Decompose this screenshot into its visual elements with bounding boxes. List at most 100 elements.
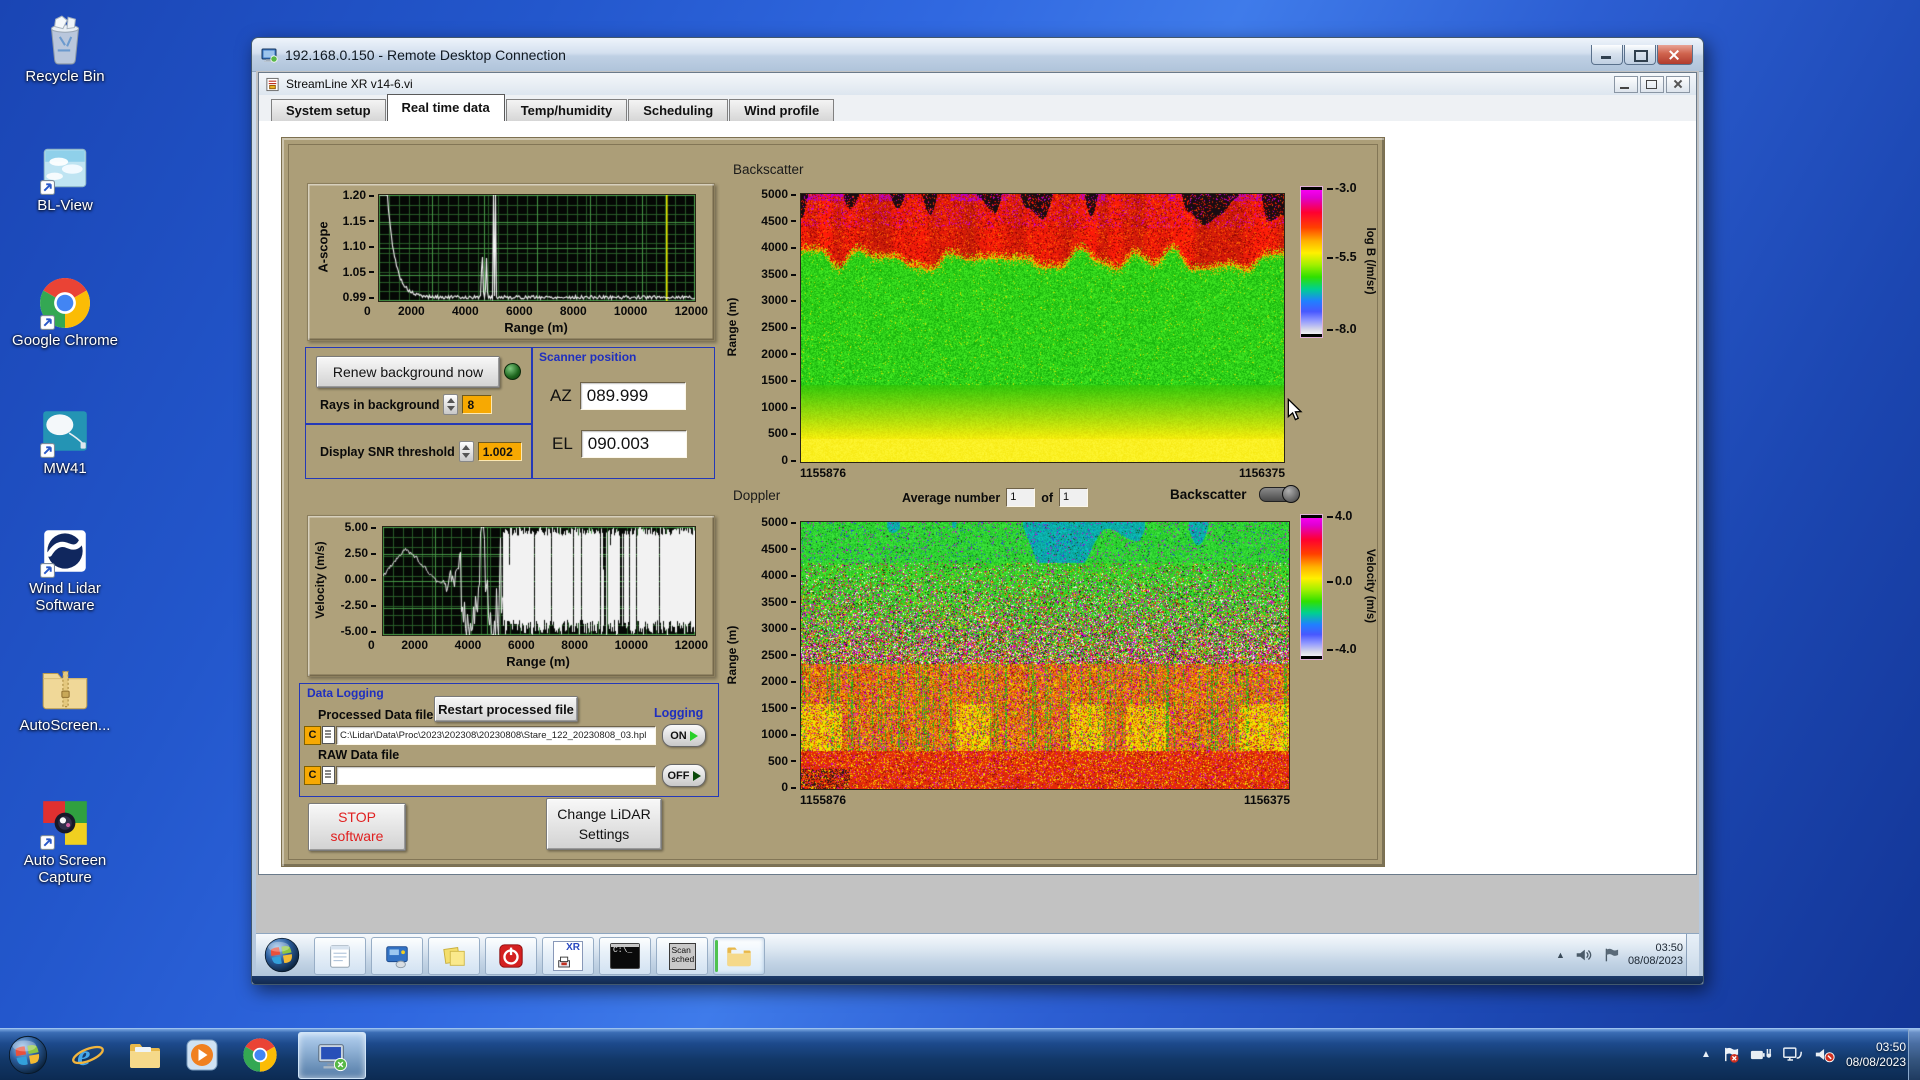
raw-path-field[interactable] xyxy=(336,766,656,785)
tray-expand-icon[interactable]: ▲ xyxy=(1556,950,1565,960)
rays-spinner[interactable] xyxy=(443,394,459,415)
speaker-muted-icon[interactable] xyxy=(1814,1045,1836,1064)
tab-page: A-scope 1.20 1.15 1.10 1.05 0.99 0 2000 4000 60… xyxy=(259,121,1696,874)
remote-taskbar-explorer-button[interactable] xyxy=(713,937,765,975)
host-taskbar-explorer-button[interactable] xyxy=(125,1035,165,1075)
sticky-notes-icon xyxy=(443,947,465,966)
colorbar-tick: -5.5 xyxy=(1327,250,1357,264)
tick-label: 0.99 xyxy=(343,290,374,304)
vi-window-icon xyxy=(265,77,280,92)
rdp-minimize-button[interactable] xyxy=(1591,44,1623,65)
network-icon[interactable] xyxy=(1782,1045,1804,1064)
desktop-icon-mw41[interactable]: MW41 xyxy=(10,404,120,477)
host-taskbar-internet-explorer-button[interactable]: e xyxy=(68,1035,108,1075)
host-taskbar-media-player-button[interactable] xyxy=(182,1035,222,1075)
drive-letter-box[interactable]: C xyxy=(304,726,321,745)
tab-wind-profile[interactable]: Wind profile xyxy=(729,99,835,121)
rays-value-field[interactable]: 8 xyxy=(462,395,493,414)
vi-close-button[interactable] xyxy=(1666,75,1690,93)
host-clock[interactable]: 03:50 08/08/2023 xyxy=(1846,1040,1906,1070)
stop-software-button[interactable]: STOP software xyxy=(308,803,406,851)
ascope-y-ticks: 1.20 1.15 1.10 1.05 0.99 xyxy=(336,188,374,304)
average-number-field[interactable]: 1 xyxy=(1006,488,1036,507)
rdp-close-button[interactable] xyxy=(1657,44,1693,65)
snr-group: Display SNR threshold 1.002 xyxy=(305,423,533,479)
battery-plug-icon[interactable] xyxy=(1750,1045,1772,1064)
tick-label: 4000 xyxy=(454,638,482,652)
tab-real-time-data[interactable]: Real time data xyxy=(386,94,505,121)
tray-expand-icon[interactable]: ▲ xyxy=(1701,1049,1711,1060)
desktop-icon-bl-view[interactable]: BL-View xyxy=(10,141,120,214)
colorbar-tick: -8.0 xyxy=(1327,322,1357,336)
backscatter-heatmap xyxy=(800,193,1285,463)
tick-label: 5000 xyxy=(761,515,796,529)
tick-label: 1000 xyxy=(761,400,796,414)
processed-logging-on-button[interactable]: ON xyxy=(662,724,706,747)
change-lidar-settings-button[interactable]: Change LiDAR Settings xyxy=(546,798,662,850)
remote-taskbar-command-prompt-button[interactable]: C:\_ xyxy=(599,937,651,975)
restart-processed-file-button[interactable]: Restart processed file xyxy=(434,696,578,722)
snr-spinner[interactable] xyxy=(458,441,474,462)
remote-taskbar-notepad-button[interactable] xyxy=(314,937,366,975)
rdp-window-icon xyxy=(260,46,278,64)
remote-taskbar-scan-scheduler-button[interactable]: Scan sched xyxy=(656,937,708,975)
drive-letter-box[interactable]: C xyxy=(304,766,321,785)
vi-minimize-button[interactable] xyxy=(1614,75,1638,93)
host-show-desktop-button[interactable] xyxy=(1908,1029,1920,1080)
tick-label: 12000 xyxy=(674,638,708,652)
vi-maximize-button[interactable] xyxy=(1640,75,1664,93)
processed-path-field[interactable]: C:\Lidar\Data\Proc\2023\202308\20230808\… xyxy=(336,726,656,745)
tab-scheduling[interactable]: Scheduling xyxy=(628,99,729,121)
remote-taskbar-sticky-notes-button[interactable] xyxy=(428,937,480,975)
az-value-field[interactable]: 089.999 xyxy=(579,382,686,410)
tick-label: 500 xyxy=(768,426,796,440)
remote-show-desktop-button[interactable] xyxy=(1686,934,1699,976)
tick-label: -2.50 xyxy=(341,598,376,612)
vi-titlebar[interactable]: StreamLine XR v14-6.vi xyxy=(259,73,1696,96)
tick-label: 2000 xyxy=(761,347,796,361)
velocity-x-ticks: 0 2000 4000 6000 8000 10000 12000 xyxy=(368,638,708,652)
action-center-flag-icon[interactable] xyxy=(1601,946,1619,964)
backscatter-colorbar: -3.0 -5.5 -8.0 log B (/m/sr) xyxy=(1300,181,1384,342)
renew-background-button[interactable]: Renew background now xyxy=(316,356,500,388)
rdp-titlebar[interactable]: 192.168.0.150 - Remote Desktop Connectio… xyxy=(252,38,1703,72)
backscatter-toggle-switch[interactable] xyxy=(1258,485,1300,503)
tab-temp-humidity[interactable]: Temp/humidity xyxy=(505,99,628,121)
host-taskbar-rdp-button-active[interactable] xyxy=(298,1032,366,1079)
host-taskbar-chrome-button[interactable] xyxy=(240,1035,280,1075)
tab-system-setup[interactable]: System setup xyxy=(271,99,386,121)
ascope-y-axis-label: A-scope xyxy=(315,221,331,273)
speaker-icon[interactable] xyxy=(1574,946,1592,964)
renew-led-indicator xyxy=(504,363,521,380)
action-center-flag-icon[interactable] xyxy=(1721,1045,1740,1064)
tick-label: 1.05 xyxy=(343,265,374,279)
tick-label: 4000 xyxy=(451,304,479,318)
file-browse-icon[interactable] xyxy=(322,726,335,744)
el-value-field[interactable]: 090.003 xyxy=(580,430,687,458)
data-logging-group: Data Logging Processed Data file Restart… xyxy=(299,683,719,797)
remote-start-button[interactable] xyxy=(264,937,300,973)
rdp-maximize-button[interactable] xyxy=(1624,44,1656,65)
remote-taskbar-streamline-xr-button[interactable]: XR xyxy=(542,937,594,975)
el-label: EL xyxy=(552,434,573,453)
on-led-icon xyxy=(689,730,698,741)
scanner-position-title: Scanner position xyxy=(539,350,637,364)
raw-logging-off-button[interactable]: OFF xyxy=(662,764,706,787)
average-count-field[interactable]: 1 xyxy=(1059,488,1088,507)
scanner-position-group: Scanner position AZ 089.999 EL 090.003 xyxy=(531,347,715,479)
shortcut-arrow-icon xyxy=(40,315,55,330)
remote-taskbar-shutdown-button[interactable] xyxy=(485,937,537,975)
desktop-icon-wind-lidar[interactable]: Wind Lidar Software xyxy=(10,524,120,614)
host-start-button[interactable] xyxy=(8,1035,48,1075)
remote-taskbar-display-settings-button[interactable] xyxy=(371,937,423,975)
file-browse-icon[interactable] xyxy=(322,766,335,784)
desktop-icon-chrome[interactable]: Google Chrome xyxy=(10,276,120,349)
desktop-icon-zip-folder[interactable]: AutoScreen... xyxy=(10,661,120,734)
doppler-colorbar: 4.0 0.0 -4.0 Velocity (m/s) xyxy=(1300,509,1384,664)
desktop-icon-recycle-bin[interactable]: Recycle Bin xyxy=(10,12,120,85)
tick-label: 5000 xyxy=(761,187,796,201)
desktop-icon-auto-screen-capture[interactable]: Auto Screen Capture xyxy=(10,796,120,886)
tick-label: 1.20 xyxy=(343,188,374,202)
snr-value-field[interactable]: 1.002 xyxy=(477,442,522,461)
remote-clock[interactable]: 03:50 08/08/2023 xyxy=(1628,942,1683,968)
